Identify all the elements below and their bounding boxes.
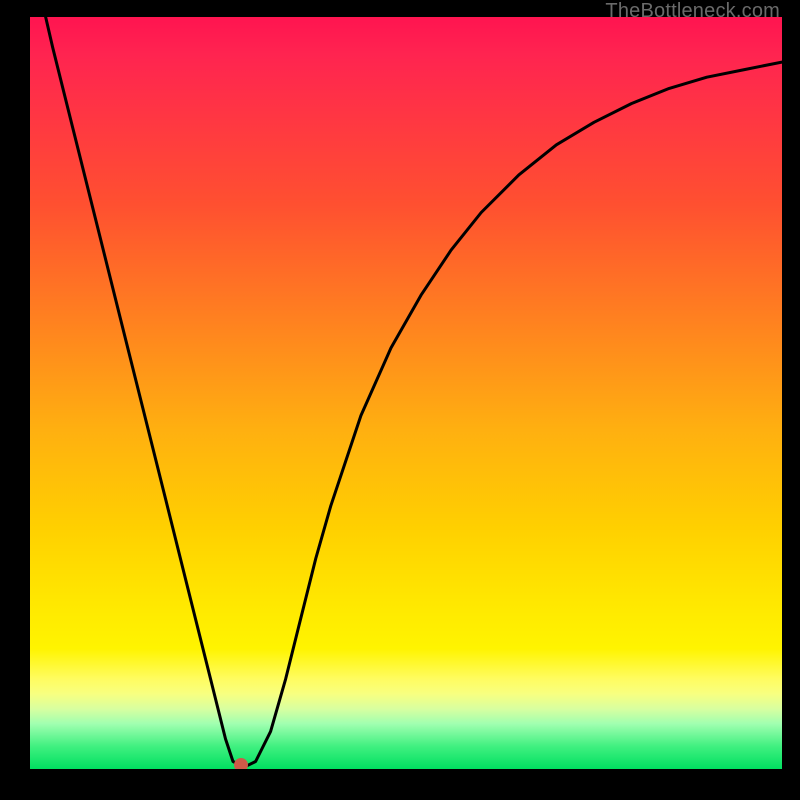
minimum-marker bbox=[234, 758, 248, 769]
bottleneck-curve bbox=[30, 17, 782, 769]
watermark-text: TheBottleneck.com bbox=[605, 0, 780, 23]
chart-frame: TheBottleneck.com bbox=[0, 0, 800, 800]
plot-area bbox=[30, 17, 782, 769]
